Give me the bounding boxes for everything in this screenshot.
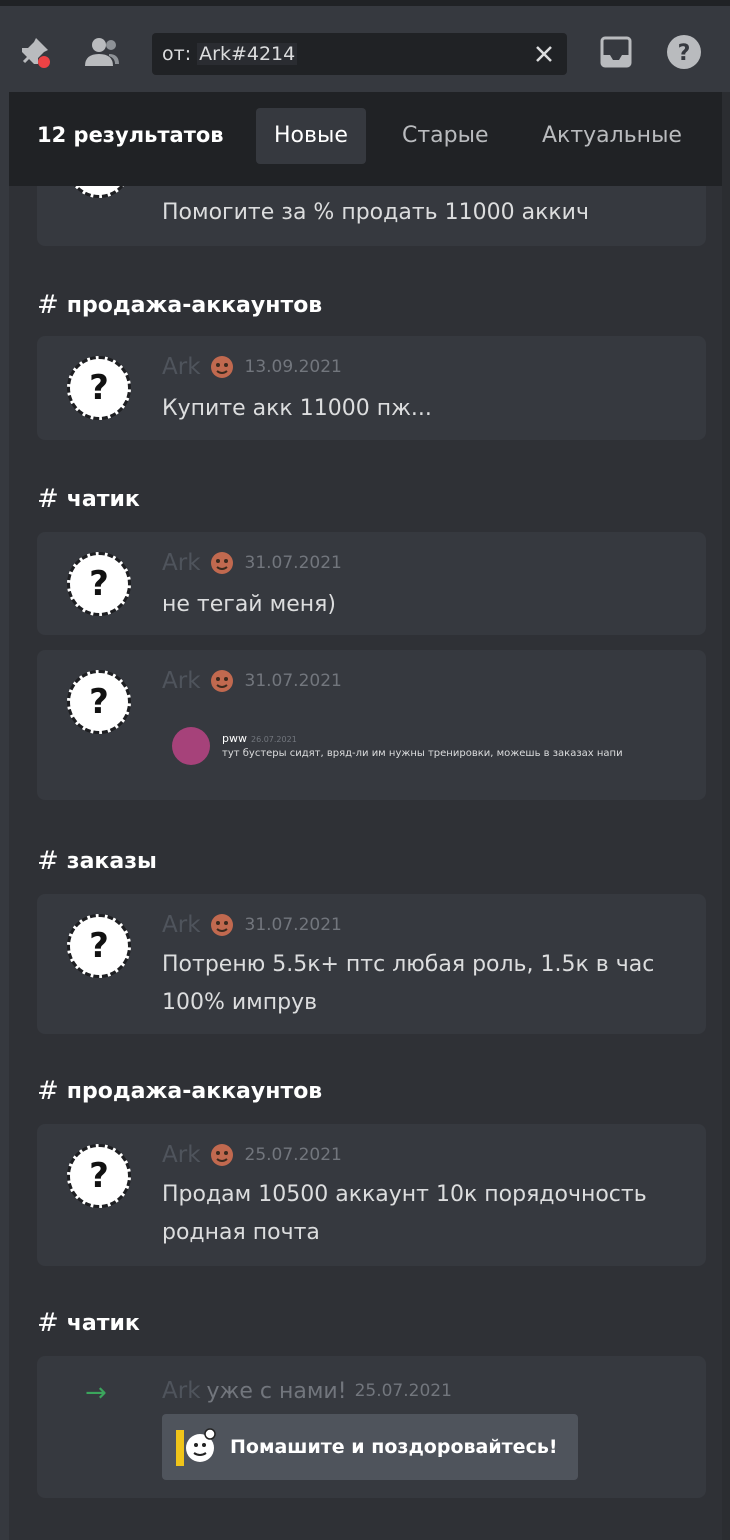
message-header: Ark 31.07.2021 bbox=[162, 668, 342, 694]
badge-icon bbox=[210, 670, 233, 692]
message-line: Продам 10500 аккаунт 10к порядочность bbox=[162, 1182, 647, 1207]
hash-icon: # bbox=[37, 290, 59, 320]
message-date: 31.07.2021 bbox=[244, 915, 342, 935]
message-text: Потреню 5.5к+ птс любая роль, 1.5к в час… bbox=[162, 946, 682, 1022]
message-header: Ark 31.07.2021 bbox=[162, 550, 342, 576]
join-text: уже с нами! bbox=[206, 1378, 347, 1404]
search-filter-prefix: от: bbox=[162, 43, 192, 65]
author-name[interactable]: Ark bbox=[162, 1142, 201, 1168]
avatar[interactable]: ? bbox=[67, 670, 131, 734]
message-text: не тегай меня) bbox=[162, 592, 336, 617]
message-line: Потреню 5.5к+ птс любая роль, 1.5к в час bbox=[162, 952, 655, 977]
search-result-card[interactable]: ? Помогите за % продать 11000 аккич bbox=[37, 186, 706, 246]
channel-name: заказы bbox=[66, 848, 157, 874]
message-line: 100% импрув bbox=[162, 990, 318, 1015]
channel-name: чатик bbox=[66, 486, 140, 512]
message-text: Помогите за % продать 11000 аккич bbox=[162, 200, 589, 225]
join-message: Ark уже с нами! 25.07.2021 bbox=[162, 1378, 452, 1404]
author-name[interactable]: Ark bbox=[162, 1378, 201, 1404]
author-name[interactable]: Ark bbox=[162, 912, 201, 938]
scrollbar-track[interactable] bbox=[722, 92, 730, 1540]
hash-icon: # bbox=[37, 484, 59, 514]
help-icon[interactable]: ? bbox=[664, 32, 704, 72]
search-input[interactable]: от: Ark#4214 bbox=[152, 33, 567, 75]
embedded-message[interactable]: pww 26.07.2021 тут бустеры сидят, вряд-ли… bbox=[172, 727, 623, 765]
channel-name: чатик bbox=[66, 1310, 140, 1336]
results-list: ? Помогите за % продать 11000 аккич # пр… bbox=[9, 186, 722, 1540]
hash-icon: # bbox=[37, 846, 59, 876]
members-icon[interactable] bbox=[82, 32, 122, 72]
tab-relevant[interactable]: Актуальные bbox=[524, 108, 700, 164]
reply-date: 26.07.2021 bbox=[250, 735, 297, 744]
message-line: родная почта bbox=[162, 1220, 320, 1245]
badge-icon bbox=[210, 1144, 233, 1166]
wave-sticker-icon bbox=[176, 1428, 216, 1466]
channel-name: продажа-аккаунтов bbox=[66, 292, 323, 318]
message-date: 25.07.2021 bbox=[354, 1381, 452, 1401]
join-arrow-icon: → bbox=[85, 1378, 107, 1408]
wave-button-label: Помашите и поздоровайтесь! bbox=[230, 1436, 558, 1458]
avatar[interactable]: ? bbox=[67, 186, 131, 198]
search-result-card[interactable]: ? Ark 31.07.2021 pww 26.07.2021 тут бусте… bbox=[37, 650, 706, 800]
hash-icon: # bbox=[37, 1076, 59, 1106]
author-name[interactable]: Ark bbox=[162, 354, 201, 380]
pin-icon[interactable] bbox=[14, 32, 54, 72]
message-text: Продам 10500 аккаунт 10к порядочность ро… bbox=[162, 1176, 682, 1252]
toolbar: от: Ark#4214 ? bbox=[0, 0, 730, 92]
channel-header[interactable]: # чатик bbox=[37, 1308, 140, 1338]
message-date: 25.07.2021 bbox=[244, 1145, 342, 1165]
clear-search-icon[interactable] bbox=[531, 41, 557, 67]
reply-avatar bbox=[172, 727, 210, 765]
search-result-card[interactable]: ? Ark 31.07.2021 не тегай меня) bbox=[37, 532, 706, 635]
message-date: 31.07.2021 bbox=[244, 553, 342, 573]
reply-author: pww bbox=[222, 732, 247, 745]
reply-text: тут бустеры сидят, вряд-ли им нужны трен… bbox=[222, 748, 623, 759]
hash-icon: # bbox=[37, 1308, 59, 1338]
message-header: Ark 25.07.2021 bbox=[162, 1142, 342, 1168]
avatar[interactable]: ? bbox=[67, 552, 131, 616]
message-text: Купите акк 11000 пж... bbox=[162, 396, 432, 421]
search-filter-chip: от: Ark#4214 bbox=[156, 38, 304, 70]
svg-text:?: ? bbox=[678, 41, 691, 66]
search-filter-value: Ark#4214 bbox=[197, 43, 298, 65]
wave-button[interactable]: Помашите и поздоровайтесь! bbox=[162, 1414, 578, 1480]
badge-icon bbox=[210, 356, 233, 378]
tab-oldest[interactable]: Старые bbox=[384, 108, 507, 164]
channel-name: продажа-аккаунтов bbox=[66, 1078, 323, 1104]
author-name[interactable]: Ark bbox=[162, 550, 201, 576]
badge-icon bbox=[210, 552, 233, 574]
tab-newest[interactable]: Новые bbox=[256, 108, 366, 164]
author-name[interactable]: Ark bbox=[162, 668, 201, 694]
avatar[interactable]: ? bbox=[67, 356, 131, 420]
channel-header[interactable]: # заказы bbox=[37, 846, 157, 876]
avatar[interactable]: ? bbox=[67, 1144, 131, 1208]
search-result-card[interactable]: ? Ark 25.07.2021 Продам 10500 аккаунт 10… bbox=[37, 1124, 706, 1266]
message-header: Ark 13.09.2021 bbox=[162, 354, 342, 380]
channel-header[interactable]: # продажа-аккаунтов bbox=[37, 290, 322, 320]
search-result-card[interactable]: → Ark уже с нами! 25.07.2021 Помашите и … bbox=[37, 1356, 706, 1498]
left-divider bbox=[0, 92, 9, 1540]
badge-icon bbox=[210, 914, 233, 936]
avatar[interactable]: ? bbox=[67, 914, 131, 978]
message-date: 31.07.2021 bbox=[244, 671, 342, 691]
search-result-card[interactable]: ? Ark 31.07.2021 Потреню 5.5к+ птс любая… bbox=[37, 894, 706, 1034]
results-header: 12 результатов Новые Старые Актуальные bbox=[9, 92, 722, 186]
search-result-card[interactable]: ? Ark 13.09.2021 Купите акк 11000 пж... bbox=[37, 336, 706, 440]
search-results-panel: от: Ark#4214 ? 12 результатов Новые Стар… bbox=[0, 0, 730, 1540]
message-header: Ark 31.07.2021 bbox=[162, 912, 342, 938]
message-date: 13.09.2021 bbox=[244, 357, 342, 377]
inbox-icon[interactable] bbox=[596, 32, 636, 72]
results-count: 12 результатов bbox=[37, 123, 224, 147]
channel-header[interactable]: # чатик bbox=[37, 484, 140, 514]
channel-header[interactable]: # продажа-аккаунтов bbox=[37, 1076, 322, 1106]
